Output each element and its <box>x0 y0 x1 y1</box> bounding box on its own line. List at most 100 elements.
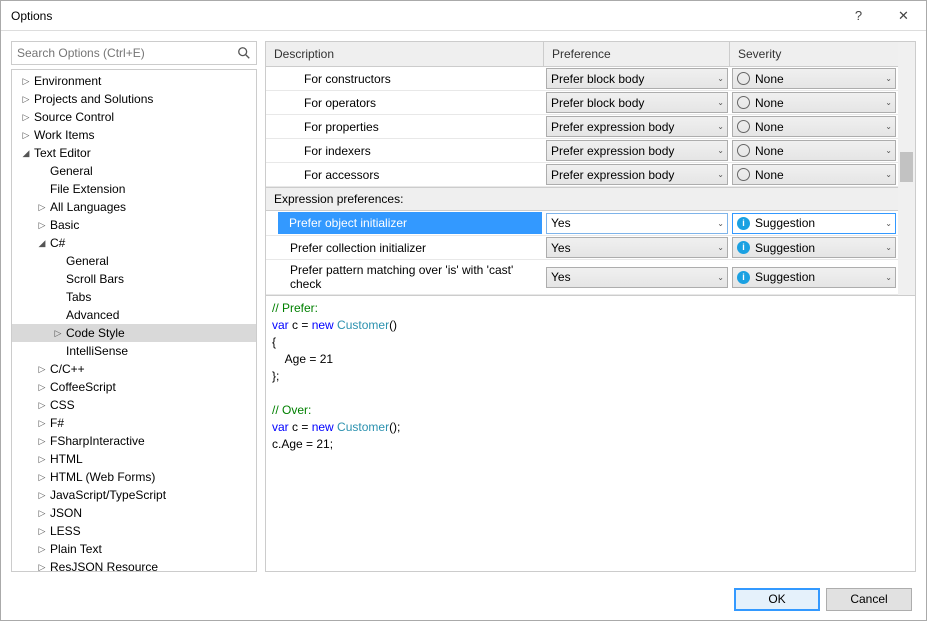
tree-item-label: CoffeeScript <box>50 378 116 396</box>
preference-dropdown[interactable]: Yes⌄ <box>546 213 728 234</box>
settings-row: For propertiesPrefer expression body⌄Non… <box>266 115 898 139</box>
chevron-icon: ▷ <box>36 396 48 414</box>
tree-item[interactable]: ◢Text Editor <box>12 144 256 162</box>
row-description[interactable]: Prefer pattern matching over 'is' with '… <box>266 260 544 294</box>
preference-dropdown[interactable]: Yes⌄ <box>546 267 728 288</box>
row-description[interactable]: For properties <box>266 117 544 137</box>
chevron-down-icon: ⌄ <box>717 170 724 179</box>
severity-dropdown[interactable]: None⌄ <box>732 116 896 137</box>
tree-item[interactable]: ▷Code Style <box>12 324 256 342</box>
ok-button[interactable]: OK <box>734 588 820 611</box>
tree-item[interactable]: Scroll Bars <box>12 270 256 288</box>
tree-item[interactable]: ▷CoffeeScript <box>12 378 256 396</box>
severity-dropdown[interactable]: iSuggestion⌄ <box>732 237 896 258</box>
severity-dropdown[interactable]: None⌄ <box>732 68 896 89</box>
tree-item[interactable]: General <box>12 162 256 180</box>
severity-dropdown[interactable]: None⌄ <box>732 140 896 161</box>
tree-item-label: C# <box>50 234 65 252</box>
row-description[interactable]: For accessors <box>266 165 544 185</box>
tree-item[interactable]: File Extension <box>12 180 256 198</box>
tree-item-label: CSS <box>50 396 75 414</box>
none-icon <box>737 168 750 181</box>
grid-scrollbar[interactable] <box>898 42 915 295</box>
severity-dropdown[interactable]: iSuggestion⌄ <box>732 267 896 288</box>
preference-dropdown[interactable]: Yes⌄ <box>546 237 728 258</box>
severity-dropdown[interactable]: iSuggestion⌄ <box>732 213 896 234</box>
search-icon <box>237 46 251 60</box>
chevron-down-icon: ⌄ <box>885 146 892 155</box>
chevron-icon: ▷ <box>20 108 32 126</box>
tree-item[interactable]: ▷FSharpInteractive <box>12 432 256 450</box>
tree-item-label: F# <box>50 414 64 432</box>
row-description[interactable]: Prefer collection initializer <box>266 238 544 258</box>
settings-row: Prefer object initializerYes⌄iSuggestion… <box>266 211 898 236</box>
tree-item[interactable]: ◢C# <box>12 234 256 252</box>
tree-item[interactable]: ▷JSON <box>12 504 256 522</box>
tree-item[interactable]: ▷HTML (Web Forms) <box>12 468 256 486</box>
chevron-icon: ▷ <box>20 72 32 90</box>
tree-item[interactable]: IntelliSense <box>12 342 256 360</box>
preference-dropdown[interactable]: Prefer expression body⌄ <box>546 164 728 185</box>
tree-item-label: Work Items <box>34 126 94 144</box>
options-dialog: Options ? ✕ ▷Environment▷Projects and So… <box>0 0 927 621</box>
row-description[interactable]: Prefer object initializer <box>278 212 542 234</box>
tree-item[interactable]: ▷C/C++ <box>12 360 256 378</box>
search-input[interactable] <box>17 46 237 60</box>
tree-item[interactable]: ▷JavaScript/TypeScript <box>12 486 256 504</box>
tree-item[interactable]: Tabs <box>12 288 256 306</box>
tree-item[interactable]: ▷CSS <box>12 396 256 414</box>
row-description[interactable]: For operators <box>266 93 544 113</box>
close-button[interactable]: ✕ <box>881 1 926 30</box>
titlebar: Options ? ✕ <box>1 1 926 31</box>
header-preference[interactable]: Preference <box>544 42 730 66</box>
tree-item[interactable]: ▷All Languages <box>12 198 256 216</box>
chevron-icon: ▷ <box>52 324 64 342</box>
cancel-button[interactable]: Cancel <box>826 588 912 611</box>
none-icon <box>737 144 750 157</box>
chevron-icon: ▷ <box>36 432 48 450</box>
tree-item[interactable]: ▷LESS <box>12 522 256 540</box>
severity-dropdown[interactable]: None⌄ <box>732 164 896 185</box>
settings-row: For indexersPrefer expression body⌄None⌄ <box>266 139 898 163</box>
tree-item[interactable]: ▷HTML <box>12 450 256 468</box>
preference-dropdown[interactable]: Prefer block body⌄ <box>546 92 728 113</box>
row-description[interactable]: For indexers <box>266 141 544 161</box>
tree-item-label: Text Editor <box>34 144 91 162</box>
chevron-down-icon: ⌄ <box>717 273 724 282</box>
chevron-icon: ▷ <box>36 486 48 504</box>
options-tree[interactable]: ▷Environment▷Projects and Solutions▷Sour… <box>11 69 257 572</box>
header-description[interactable]: Description <box>266 42 544 66</box>
tree-item[interactable]: ▷F# <box>12 414 256 432</box>
severity-dropdown[interactable]: None⌄ <box>732 92 896 113</box>
header-severity[interactable]: Severity <box>730 42 898 66</box>
tree-item-label: General <box>66 252 109 270</box>
chevron-icon: ▷ <box>36 414 48 432</box>
tree-item[interactable]: General <box>12 252 256 270</box>
tree-item[interactable]: ▷Work Items <box>12 126 256 144</box>
tree-item[interactable]: ▷Basic <box>12 216 256 234</box>
tree-item[interactable]: ▷Environment <box>12 72 256 90</box>
tree-item[interactable]: ▷ResJSON Resource <box>12 558 256 572</box>
chevron-down-icon: ⌄ <box>717 243 724 252</box>
search-box[interactable] <box>11 41 257 65</box>
preference-dropdown[interactable]: Prefer expression body⌄ <box>546 140 728 161</box>
chevron-icon: ▷ <box>36 378 48 396</box>
chevron-icon: ▷ <box>20 90 32 108</box>
info-icon: i <box>737 271 750 284</box>
help-button[interactable]: ? <box>836 1 881 30</box>
row-description[interactable]: For constructors <box>266 69 544 89</box>
none-icon <box>737 120 750 133</box>
tree-item[interactable]: Advanced <box>12 306 256 324</box>
preference-dropdown[interactable]: Prefer block body⌄ <box>546 68 728 89</box>
chevron-down-icon: ⌄ <box>885 98 892 107</box>
tree-item[interactable]: ▷Plain Text <box>12 540 256 558</box>
chevron-icon: ▷ <box>36 450 48 468</box>
tree-item[interactable]: ▷Projects and Solutions <box>12 90 256 108</box>
tree-item-label: C/C++ <box>50 360 85 378</box>
settings-row: Prefer collection initializerYes⌄iSugges… <box>266 236 898 260</box>
grid-scrollbar-thumb[interactable] <box>900 152 913 182</box>
tree-item[interactable]: ▷Source Control <box>12 108 256 126</box>
settings-row: For constructorsPrefer block body⌄None⌄ <box>266 67 898 91</box>
chevron-icon: ◢ <box>20 144 32 162</box>
preference-dropdown[interactable]: Prefer expression body⌄ <box>546 116 728 137</box>
